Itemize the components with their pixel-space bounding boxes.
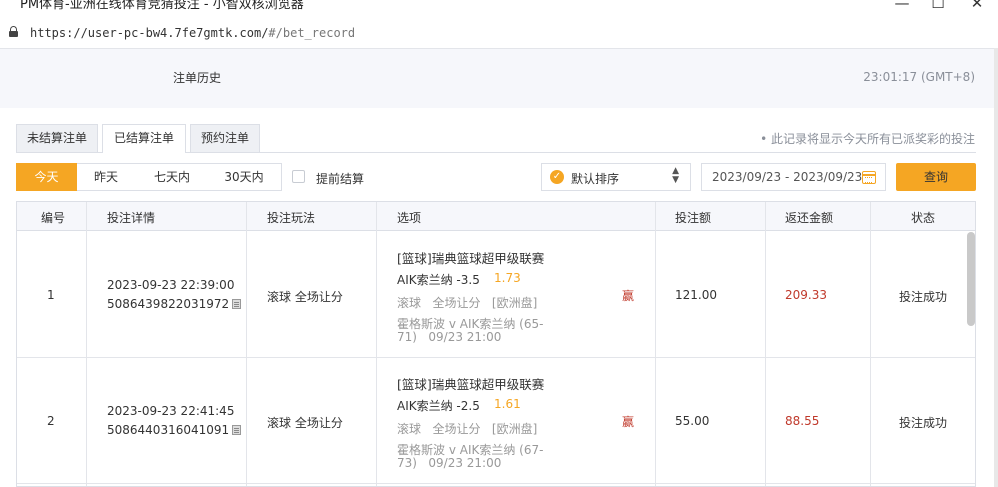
day-today-button[interactable]: 今天 bbox=[16, 163, 77, 191]
bet-status: 投注成功 bbox=[899, 416, 948, 430]
return-amount: 209.33 bbox=[785, 288, 827, 302]
order-number: 5086440316041091 bbox=[107, 423, 242, 437]
bet-odds: 1.73 bbox=[494, 271, 521, 285]
table-row: 2 2023-09-23 22:41:45 5086440316041091 滚… bbox=[17, 358, 975, 484]
tab-unsettled[interactable]: 未结算注单 bbox=[16, 124, 98, 152]
early-settle-label: 提前结算 bbox=[316, 172, 365, 186]
match-info-time: 71) 09/23 21:00 bbox=[397, 330, 502, 344]
tab-settled[interactable]: 已结算注单 bbox=[102, 124, 186, 153]
url-path: #/bet_record bbox=[268, 26, 356, 40]
url-text[interactable]: https://user-pc-bw4.7fe7gmtk.com/#/bet_r… bbox=[30, 26, 355, 40]
settled-note: • 此记录将显示今天所有已派奖彩的投注 bbox=[760, 132, 975, 146]
date-range-input[interactable]: 2023/09/23 - 2023/09/23 bbox=[701, 163, 886, 191]
updown-arrow-icon: ▲ ▼ bbox=[672, 166, 679, 185]
query-button[interactable]: 查询 bbox=[896, 163, 976, 191]
day-yesterday-button[interactable]: 昨天 bbox=[77, 163, 135, 191]
col-header-detail: 投注详情 bbox=[107, 211, 156, 225]
table-scrollbar-thumb[interactable] bbox=[967, 232, 975, 326]
early-settle-checkbox[interactable] bbox=[292, 170, 305, 183]
table-header: 编号 投注详情 投注玩法 选项 投注额 返还金额 状态 bbox=[17, 202, 975, 231]
col-header-option: 选项 bbox=[397, 211, 422, 225]
window-title: PM体育-亚洲在线体育竞猜投注 - 小智双核浏览器 bbox=[20, 0, 304, 12]
bet-pick: AIK索兰纳 -2.5 bbox=[397, 399, 480, 413]
lock-icon bbox=[9, 26, 18, 37]
col-header-status: 状态 bbox=[911, 211, 936, 225]
table-row: 1 2023-09-23 22:39:00 5086439822031972 滚… bbox=[17, 232, 975, 358]
bet-status: 投注成功 bbox=[899, 290, 948, 304]
day-7days-button[interactable]: 七天内 bbox=[143, 163, 201, 191]
day-30days-button[interactable]: 30天内 bbox=[213, 163, 275, 191]
bet-time: 2023-09-23 22:41:45 bbox=[107, 404, 235, 418]
address-bar[interactable]: https://user-pc-bw4.7fe7gmtk.com/#/bet_r… bbox=[0, 18, 998, 48]
stake-amount: 55.00 bbox=[675, 414, 710, 428]
row-no: 1 bbox=[47, 288, 55, 302]
return-amount: 88.55 bbox=[785, 414, 820, 428]
row-no: 2 bbox=[47, 414, 55, 428]
bet-odds: 1.61 bbox=[494, 397, 521, 411]
url-host: https://user-pc-bw4.7fe7gmtk.com/ bbox=[30, 26, 269, 40]
bet-play: 滚球 全场让分 bbox=[267, 290, 343, 304]
result-badge: 赢 bbox=[622, 289, 635, 303]
bet-market: 滚球 全场让分 [欧洲盘] bbox=[397, 296, 538, 310]
day-range-group: 今天 昨天 七天内 30天内 bbox=[16, 163, 282, 191]
col-header-no: 编号 bbox=[41, 211, 66, 225]
league-name: [篮球]瑞典篮球超甲级联赛 bbox=[397, 251, 545, 266]
bet-play: 滚球 全场让分 bbox=[267, 416, 343, 430]
stake-amount: 121.00 bbox=[675, 288, 717, 302]
maximize-icon[interactable]: ☐ bbox=[928, 0, 948, 12]
order-number-text: 5086440316041091 bbox=[107, 423, 230, 437]
header-clock: 23:01:17 (GMT+8) bbox=[863, 70, 975, 84]
result-badge: 赢 bbox=[622, 415, 635, 429]
order-number-text: 5086439822031972 bbox=[107, 297, 230, 311]
check-circle-icon: ✓ bbox=[550, 170, 564, 184]
minimize-icon[interactable]: — bbox=[892, 0, 912, 12]
copy-icon[interactable] bbox=[232, 425, 242, 435]
league-name: [篮球]瑞典篮球超甲级联赛 bbox=[397, 377, 545, 392]
bet-time: 2023-09-23 22:39:00 bbox=[107, 278, 235, 292]
copy-icon[interactable] bbox=[232, 299, 242, 309]
page-scrollbar[interactable] bbox=[994, 48, 998, 487]
page-title: 注单历史 bbox=[173, 71, 222, 85]
calendar-icon[interactable] bbox=[862, 171, 876, 184]
col-header-return: 返还金额 bbox=[785, 211, 834, 225]
col-header-play: 投注玩法 bbox=[267, 211, 316, 225]
sort-select[interactable]: ✓ 默认排序 ▲ ▼ bbox=[541, 163, 691, 191]
bet-pick: AIK索兰纳 -3.5 bbox=[397, 273, 480, 287]
match-info-time: 73) 09/23 21:00 bbox=[397, 456, 502, 470]
date-range-value: 2023/09/23 - 2023/09/23 bbox=[712, 170, 863, 184]
close-icon[interactable]: ✕ bbox=[967, 0, 987, 12]
tab-reserved[interactable]: 预约注单 bbox=[190, 124, 260, 152]
window-titlebar: PM体育-亚洲在线体育竞猜投注 - 小智双核浏览器 — ☐ ✕ bbox=[0, 0, 998, 14]
order-number: 5086439822031972 bbox=[107, 297, 242, 311]
page-header: 注单历史 23:01:17 (GMT+8) bbox=[0, 48, 998, 108]
col-header-stake: 投注额 bbox=[675, 211, 712, 225]
sort-select-label: 默认排序 bbox=[571, 172, 620, 186]
bet-market: 滚球 全场让分 [欧洲盘] bbox=[397, 422, 538, 436]
bet-record-table: 编号 投注详情 投注玩法 选项 投注额 返还金额 状态 1 2023-09-23… bbox=[16, 201, 976, 487]
